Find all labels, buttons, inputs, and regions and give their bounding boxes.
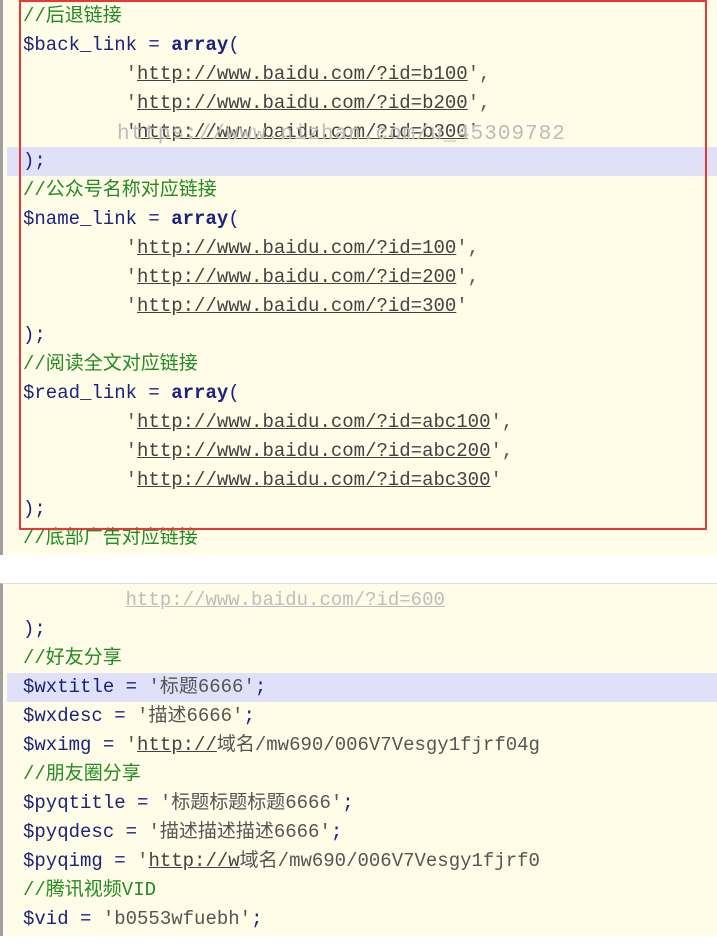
code-line: 'http://www.baidu.com/?id=100', (7, 234, 717, 263)
code-line: $wxdesc = '描述6666'; (7, 702, 717, 731)
code-block-2: http://www.baidu.com/?id=600);//好友分享$wxt… (0, 583, 717, 936)
code-line: https://www.nizhan.com/u_45309782 'http:… (7, 118, 717, 147)
code-line: 'http://www.baidu.com/?id=abc100', (7, 408, 717, 437)
code-line: $pyqtitle = '标题标题标题6666'; (7, 789, 717, 818)
code-block-1: //后退链接$back_link = array( 'http://www.ba… (0, 0, 717, 555)
code-line: //腾讯视频VID (7, 876, 717, 905)
code-line: $pyqimg = 'http://w域名/mw690/006V7Vesgy1f… (7, 847, 717, 876)
code-line: //好友分享 (7, 644, 717, 673)
code-line: //公众号名称对应链接 (7, 176, 717, 205)
code-line: $vid = 'b0553wfuebh'; (7, 905, 717, 934)
code-line: 'http://www.baidu.com/?id=200', (7, 263, 717, 292)
code-line: ); (7, 495, 717, 524)
code-line: $wxtitle = '标题6666'; (7, 673, 717, 702)
code-line: //底部广告对应链接 (7, 524, 717, 553)
code-line: 'http://www.baidu.com/?id=b100', (7, 60, 717, 89)
code-line: $read_link = array( (7, 379, 717, 408)
code-line: $pyqdesc = '描述描述描述6666'; (7, 818, 717, 847)
code-lines-1: //后退链接$back_link = array( 'http://www.ba… (7, 2, 717, 553)
code-line: //朋友圈分享 (7, 760, 717, 789)
code-line: 'http://www.baidu.com/?id=b200', (7, 89, 717, 118)
code-line: 'http://www.baidu.com/?id=abc200', (7, 437, 717, 466)
code-line: 'http://www.baidu.com/?id=abc300' (7, 466, 717, 495)
code-line: //后退链接 (7, 2, 717, 31)
code-line: $name_link = array( (7, 205, 717, 234)
code-line: ); (7, 615, 717, 644)
code-line: $back_link = array( (7, 31, 717, 60)
code-line: ); (7, 147, 717, 176)
code-line: http://www.baidu.com/?id=600 (7, 586, 717, 615)
code-lines-2: http://www.baidu.com/?id=600);//好友分享$wxt… (7, 586, 717, 934)
code-line: 'http://www.baidu.com/?id=300' (7, 292, 717, 321)
code-line: ); (7, 321, 717, 350)
code-line: //阅读全文对应链接 (7, 350, 717, 379)
code-line: $wximg = 'http://域名/mw690/006V7Vesgy1fjr… (7, 731, 717, 760)
